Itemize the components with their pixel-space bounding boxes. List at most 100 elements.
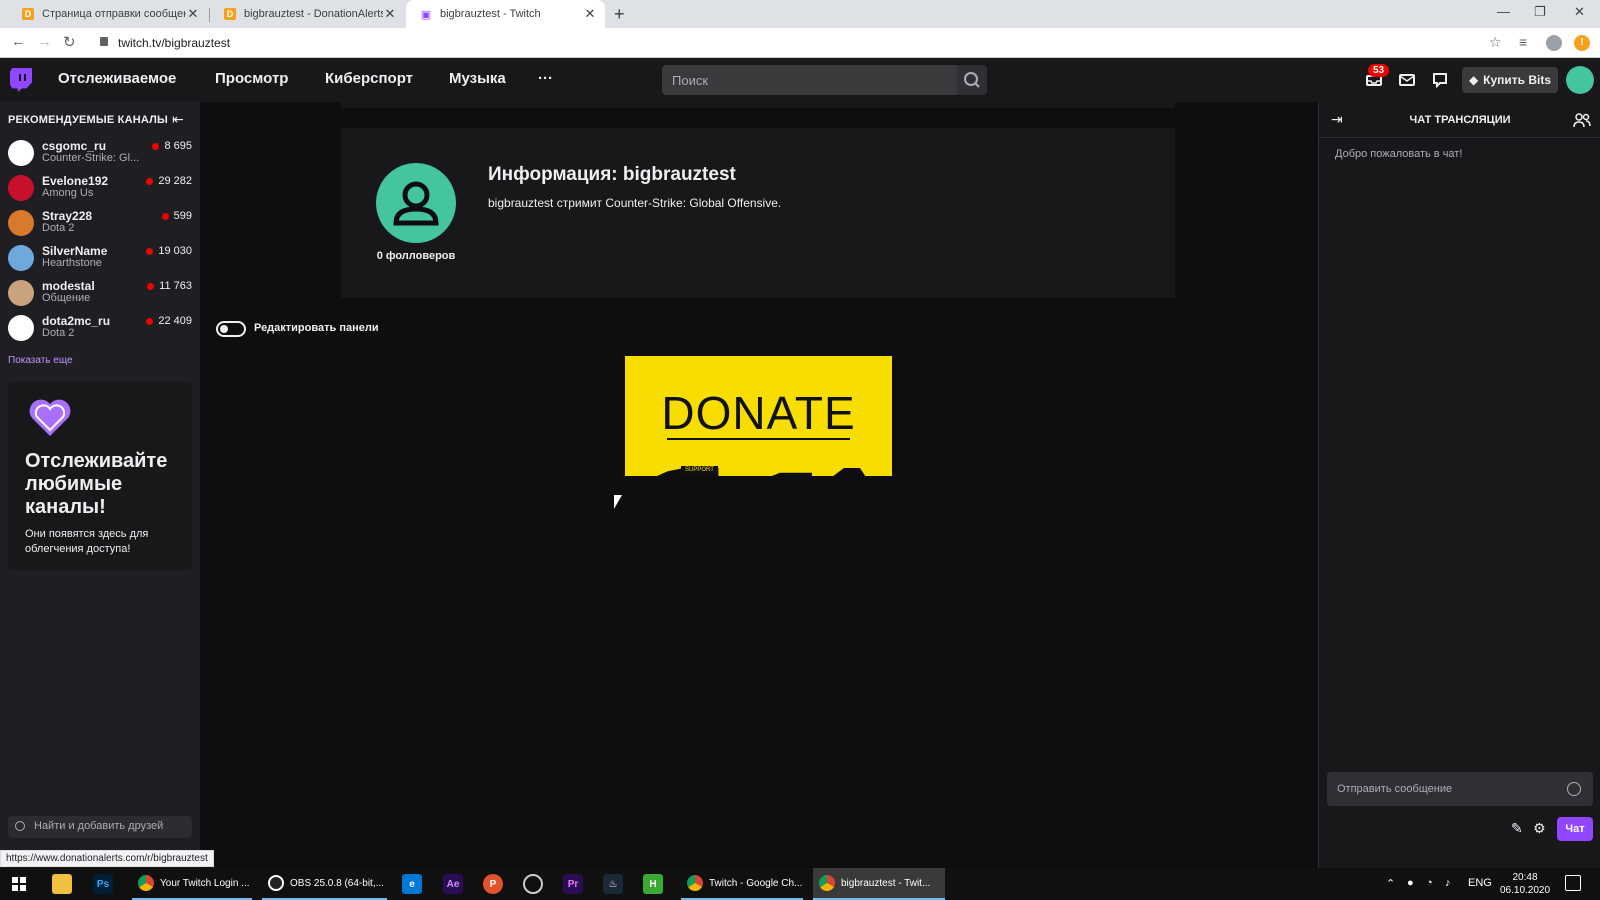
after-effects-icon[interactable]: Ae [443,874,463,894]
gear-icon[interactable]: ⚙ [1533,820,1546,837]
tab-title: bigbrauztest - Twitch [440,8,541,20]
update-icon[interactable]: ! [1574,35,1590,51]
channel-avatar[interactable] [376,163,456,243]
volume-icon[interactable]: ♪ [1445,877,1451,889]
viewer-count: 599 [161,210,192,222]
search-icon [15,821,25,831]
url-field[interactable]: twitch.tv/bigbrauztest [118,36,230,50]
main-content: 0 фолловеров Информация: bigbrauztest bi… [200,102,1318,868]
language-indicator[interactable]: ENG [1468,877,1492,889]
photoshop-icon[interactable]: Ps [93,874,113,894]
twitch-top-nav: Отслеживаемое Просмотр Киберспорт Музыка… [0,58,1600,102]
viewer-count: 22 409 [146,315,192,327]
emote-icon[interactable] [1567,782,1581,796]
taskbar-app-bigbrauztest[interactable]: bigbrauztest - Twit... [813,868,945,900]
channel-name: dota2mc_ru [42,314,111,328]
close-icon[interactable]: ✕ [383,6,397,22]
search-button[interactable] [957,65,987,95]
chat-message-input[interactable]: Отправить сообщение [1327,772,1593,806]
edge-icon[interactable]: e [402,874,422,894]
live-dot-icon [146,177,154,185]
follow-promo-card: Отслеживайте любимые каналы! Они появятс… [8,382,192,570]
buy-bits-button[interactable]: ◆ Купить Bits [1462,67,1558,93]
show-more-link[interactable]: Показать еще [8,355,73,366]
live-dot-icon [146,317,154,325]
nav-following[interactable]: Отслеживаемое [58,70,176,87]
back-icon[interactable]: ← [11,33,26,50]
sidebar-channel-csgomc_ru[interactable]: csgomc_ru Counter-Strike: Gl... 8 695 [0,136,200,171]
buy-bits-label: Купить Bits [1483,73,1552,87]
more-icon[interactable]: ··· [538,70,553,87]
video-bottom-strip [341,102,1175,108]
new-tab-button[interactable]: + [614,4,625,25]
search-input[interactable]: Поиск [662,65,957,95]
about-panel: 0 фолловеров Информация: bigbrauztest bi… [341,128,1175,298]
action-center-icon[interactable] [1565,875,1581,891]
heart-icon [29,399,71,436]
forward-icon[interactable]: → [37,33,52,50]
browser-tab-donationalerts[interactable]: D bigbrauztest - DonationAlerts ✕ [210,0,405,28]
browser-tab-messages[interactable]: D Страница отправки сообщений ✕ [8,0,208,28]
edit-panels-toggle[interactable] [216,321,246,337]
tray-expand-icon[interactable]: ⌃ [1386,877,1395,890]
chat-bubble-icon[interactable] [1430,70,1450,90]
microphone-icon[interactable]: ● [1407,877,1414,889]
reload-icon[interactable]: ↻ [63,33,76,51]
twitch-logo-icon[interactable] [10,68,32,92]
chat-send-button[interactable]: Чат [1557,817,1593,841]
donate-support-label: SUPPORT [681,466,718,474]
minimize-button[interactable]: — [1497,4,1510,19]
app-p-icon[interactable]: P [483,874,503,894]
pencil-icon[interactable]: ✎ [1511,820,1523,837]
browser-tab-twitch[interactable]: ▣ bigbrauztest - Twitch ✕ [406,0,605,28]
app-q-icon[interactable] [523,874,543,894]
file-explorer-icon[interactable] [52,874,72,894]
clock[interactable]: 20:48 06.10.2020 [1500,871,1550,897]
channel-avatar [8,245,34,271]
sidebar-channel-stray228[interactable]: Stray228 Dota 2 599 [0,206,200,241]
close-window-button[interactable]: ✕ [1574,4,1585,20]
donate-torn-edge [625,468,892,476]
friend-search-input[interactable]: Найти и добавить друзей [8,816,192,838]
mouse-cursor-icon [614,495,622,509]
channel-game: Dota 2 [42,327,75,339]
channel-name: csgomc_ru [42,139,107,153]
restore-button[interactable]: ❐ [1534,4,1546,20]
channel-name: SilverName [42,244,108,258]
whispers-icon[interactable] [1397,70,1417,90]
channel-avatar [8,280,34,306]
close-icon[interactable]: ✕ [186,6,200,22]
steam-icon[interactable]: ♨ [603,874,623,894]
sidebar-channel-evelone192[interactable]: Evelone192 Among Us 29 282 [0,171,200,206]
windows-taskbar: Ps Your Twitch Login ... OBS 25.0.8 (64-… [0,868,1600,900]
browser-profile-avatar[interactable] [1546,35,1562,51]
donate-panel-image[interactable]: DONATE SUPPORT [625,356,892,476]
sidebar-channel-modestal[interactable]: modestal Общение 11 763 [0,276,200,311]
premiere-icon[interactable]: Pr [563,874,583,894]
chat-welcome-message: Добро пожаловать в чат! [1335,148,1463,160]
media-control-icon[interactable]: ≡ [1519,34,1527,50]
app-h-icon[interactable]: H [643,874,663,894]
users-icon[interactable] [1573,112,1591,128]
viewer-count: 29 282 [146,175,192,187]
star-icon[interactable]: ☆ [1489,34,1502,51]
network-icon[interactable]: ◔ [1426,877,1433,889]
sidebar-channel-dota2mc_ru[interactable]: dota2mc_ru Dota 2 22 409 [0,311,200,346]
viewer-count: 19 030 [146,245,192,257]
chrome-icon [138,875,154,891]
nav-music[interactable]: Музыка [449,70,506,87]
channel-game: Counter-Strike: Gl... [42,152,140,164]
about-title: Информация: bigbrauztest [488,164,736,185]
nav-browse[interactable]: Просмотр [215,70,288,87]
collapse-sidebar-icon[interactable]: ⇤ [172,111,184,128]
user-avatar[interactable] [1566,66,1594,94]
promo-text: Они появятся здесь для облегчения доступ… [25,528,149,555]
taskbar-app-twitch-chrome[interactable]: Twitch - Google Ch... [681,868,803,900]
taskbar-app-obs[interactable]: OBS 25.0.8 (64-bit,... [262,868,387,900]
windows-start-icon[interactable] [12,877,26,891]
nav-esports[interactable]: Киберспорт [325,70,413,87]
close-icon[interactable]: ✕ [583,6,597,22]
channel-game: Hearthstone [42,257,102,269]
taskbar-app-twitch-login[interactable]: Your Twitch Login ... [132,868,252,900]
sidebar-channel-silvername[interactable]: SilverName Hearthstone 19 030 [0,241,200,276]
